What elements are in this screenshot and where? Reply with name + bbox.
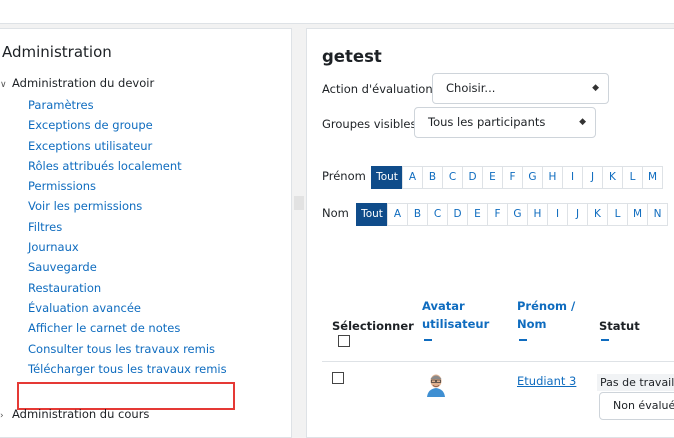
lastname-filter-label: Nom: [322, 206, 349, 220]
select-arrows-icon: ◆: [579, 117, 586, 127]
section-course-label: Administration du cours: [12, 407, 150, 421]
firstname-letter[interactable]: J: [582, 166, 603, 189]
lastname-letter[interactable]: D: [447, 203, 468, 226]
page-title: getest: [322, 47, 382, 66]
link-filters[interactable]: Filtres: [28, 217, 227, 237]
firstname-all-button[interactable]: Tout: [371, 166, 403, 189]
collapse-column-icon[interactable]: [519, 339, 527, 341]
grading-status-field: Non évalué: [599, 392, 674, 420]
link-download-all-submissions[interactable]: Télécharger tous les travaux remis: [28, 359, 227, 379]
firstname-letter[interactable]: G: [522, 166, 543, 189]
firstname-letter[interactable]: L: [622, 166, 643, 189]
row-divider: [322, 361, 674, 362]
link-view-all-submissions[interactable]: Consulter tous les travaux remis: [28, 339, 227, 359]
firstname-letter[interactable]: F: [502, 166, 523, 189]
lastname-letter[interactable]: A: [387, 203, 408, 226]
lastname-letter[interactable]: K: [587, 203, 608, 226]
firstname-filter-label: Prénom: [322, 169, 366, 183]
link-user-overrides[interactable]: Exceptions utilisateur: [28, 136, 227, 156]
link-gradebook[interactable]: Afficher le carnet de notes: [28, 318, 227, 338]
col-header-select: Sélectionner: [332, 319, 414, 333]
highlight-box: [17, 382, 235, 410]
lastname-letter[interactable]: J: [567, 203, 588, 226]
link-settings[interactable]: Paramètres: [28, 95, 227, 115]
lastname-letter[interactable]: C: [427, 203, 448, 226]
scroll-gutter: [292, 28, 306, 438]
select-arrows-icon: ◆: [592, 83, 599, 93]
section-assignment-label: Administration du devoir: [12, 76, 155, 90]
top-bar: [0, 0, 674, 24]
submission-status: Pas de travail remis: [597, 374, 674, 391]
col-header-avatar-line2[interactable]: utilisateur: [422, 315, 489, 333]
scroll-thumb[interactable]: [294, 196, 304, 210]
admin-title: Administration: [2, 43, 112, 61]
link-group-overrides[interactable]: Exceptions de groupe: [28, 115, 227, 135]
firstname-letter[interactable]: B: [422, 166, 443, 189]
student-name-link[interactable]: Etudiant 3: [517, 374, 576, 388]
groups-value: Tous les participants: [428, 115, 546, 129]
firstname-letter[interactable]: I: [562, 166, 583, 189]
lastname-letter[interactable]: E: [467, 203, 488, 226]
firstname-letter[interactable]: E: [482, 166, 503, 189]
lastname-letter[interactable]: I: [547, 203, 568, 226]
lastname-letter[interactable]: M: [627, 203, 648, 226]
user-avatar-icon[interactable]: [425, 371, 447, 397]
firstname-letter[interactable]: A: [402, 166, 423, 189]
grading-action-label: Action d'évaluation: [322, 82, 433, 96]
collapse-column-icon[interactable]: [601, 339, 609, 341]
lastname-letter[interactable]: F: [487, 203, 508, 226]
grading-action-value: Choisir...: [446, 81, 496, 95]
link-restore[interactable]: Restauration: [28, 278, 227, 298]
firstname-letter[interactable]: D: [462, 166, 483, 189]
link-local-roles[interactable]: Rôles attribués localement: [28, 156, 227, 176]
lastname-letter[interactable]: H: [527, 203, 548, 226]
grading-action-select[interactable]: Choisir... ◆: [432, 73, 609, 104]
col-header-avatar-line1[interactable]: Avatar: [422, 297, 465, 315]
lastname-letter[interactable]: L: [607, 203, 628, 226]
firstname-initials-bar: Tout A B C D E F G H I J K L M: [371, 166, 663, 189]
chevron-down-icon: ∨: [0, 80, 7, 90]
lastname-letter[interactable]: B: [407, 203, 428, 226]
link-backup[interactable]: Sauvegarde: [28, 257, 227, 277]
col-header-firstname-line1[interactable]: Prénom /: [517, 297, 575, 315]
lastname-initials-bar: Tout A B C D E F G H I J K L M N: [356, 203, 668, 226]
row-select-checkbox[interactable]: [332, 372, 344, 384]
groups-label: Groupes visibles: [322, 117, 417, 131]
groups-select[interactable]: Tous les participants ◆: [414, 107, 596, 138]
firstname-letter[interactable]: M: [642, 166, 663, 189]
firstname-letter[interactable]: H: [542, 166, 563, 189]
main-content: getest Action d'évaluation Choisir... ◆ …: [306, 28, 674, 438]
link-permissions[interactable]: Permissions: [28, 176, 227, 196]
link-check-permissions[interactable]: Voir les permissions: [28, 196, 227, 216]
lastname-letter[interactable]: G: [507, 203, 528, 226]
lastname-all-button[interactable]: Tout: [356, 203, 388, 226]
link-logs[interactable]: Journaux: [28, 237, 227, 257]
section-course-admin[interactable]: › Administration du cours: [0, 407, 149, 421]
chevron-right-icon: ›: [0, 411, 4, 421]
lastname-letter[interactable]: N: [647, 203, 668, 226]
col-header-status: Statut: [599, 319, 640, 333]
assignment-admin-links: Paramètres Exceptions de groupe Exceptio…: [28, 95, 227, 379]
collapse-column-icon[interactable]: [424, 339, 432, 341]
firstname-letter[interactable]: C: [442, 166, 463, 189]
col-header-firstname-line2[interactable]: Nom: [517, 315, 547, 333]
link-advanced-grading[interactable]: Évaluation avancée: [28, 298, 227, 318]
administration-block: Administration ∨ Administration du devoir…: [0, 28, 292, 438]
select-all-checkbox[interactable]: [338, 335, 350, 347]
firstname-letter[interactable]: K: [602, 166, 623, 189]
section-assignment-admin[interactable]: ∨ Administration du devoir: [0, 76, 154, 90]
